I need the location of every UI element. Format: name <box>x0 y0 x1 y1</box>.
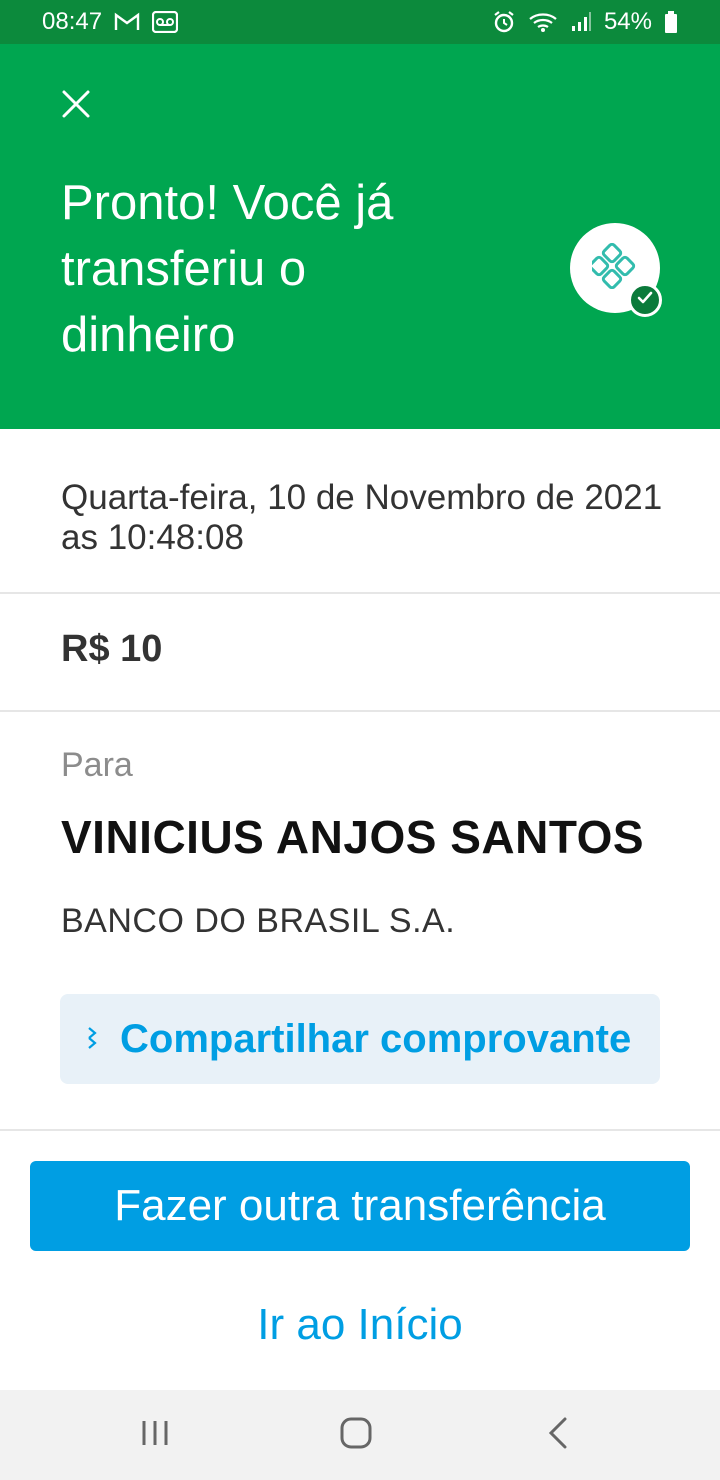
signal-icon <box>570 11 592 33</box>
recent-apps-icon <box>140 1419 170 1452</box>
status-time: 08:47 <box>42 8 103 35</box>
share-receipt-label: Compartilhar comprovante <box>120 1016 632 1061</box>
recipient-label: Para <box>61 746 133 784</box>
close-button[interactable] <box>56 86 96 126</box>
share-icon <box>88 1020 98 1059</box>
alarm-icon <box>492 10 516 34</box>
share-receipt-button[interactable]: Compartilhar comprovante <box>60 994 660 1084</box>
new-transfer-button[interactable]: Fazer outra transferência <box>30 1161 690 1251</box>
back-button[interactable] <box>498 1390 618 1480</box>
check-badge <box>628 283 662 317</box>
status-bar-right: 54% <box>492 8 678 36</box>
recipient-bank: BANCO DO BRASIL S.A. <box>61 902 456 940</box>
pix-icon <box>588 242 638 294</box>
close-icon <box>61 89 91 124</box>
check-icon <box>637 291 653 310</box>
home-icon <box>339 1416 373 1455</box>
system-nav-bar <box>0 1390 720 1480</box>
status-bar-left: 08:47 <box>42 8 179 36</box>
recent-apps-button[interactable] <box>95 1390 215 1480</box>
page-title: Pronto! Você já transferiu o dinheiro <box>61 176 394 362</box>
divider <box>0 592 720 594</box>
go-home-button[interactable]: Ir ao Início <box>0 1290 720 1360</box>
transfer-amount: R$ 10 <box>61 628 163 670</box>
battery-percent: 54% <box>603 8 652 35</box>
back-icon <box>547 1417 569 1454</box>
home-button[interactable] <box>296 1390 416 1480</box>
recipient-name: VINICIUS ANJOS SANTOS <box>61 811 645 863</box>
divider <box>0 1129 720 1131</box>
transfer-datetime: Quarta-feira, 10 de Novembro de 2021 as … <box>61 478 663 557</box>
voicemail-icon <box>152 11 179 33</box>
gmail-icon <box>114 12 140 32</box>
wifi-icon <box>528 11 558 33</box>
divider <box>0 710 720 712</box>
battery-icon <box>664 10 678 34</box>
status-bar: 08:47 54% <box>0 0 720 44</box>
success-header: Pronto! Você já transferiu o dinheiro <box>0 44 720 429</box>
